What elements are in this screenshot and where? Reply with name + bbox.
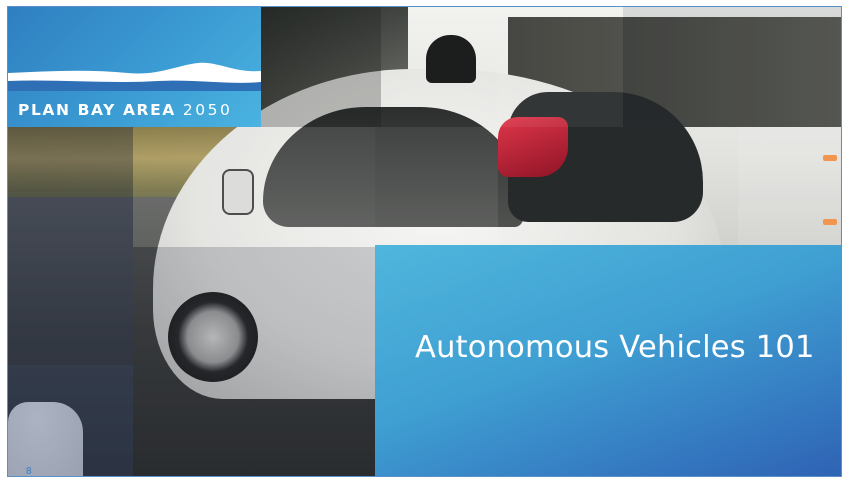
- overlay-tile: [375, 127, 498, 245]
- lidar-sensor: [426, 35, 476, 83]
- bay-waves-icon: [8, 62, 261, 91]
- overlay-tile: [738, 127, 841, 245]
- brand-name: PLAN BAY AREA 2050: [18, 101, 232, 119]
- overlay-tile: [623, 7, 841, 127]
- overlay-tile: [498, 7, 623, 127]
- page-number: 8: [26, 466, 32, 477]
- overlay-tile: [133, 127, 375, 247]
- overlay-tile: [8, 127, 133, 365]
- brand-year: 2050: [182, 101, 233, 119]
- overlay-tile: [8, 365, 133, 476]
- title-panel: Autonomous Vehicles 101: [375, 245, 841, 476]
- presentation-slide: PLAN BAY AREA 2050 Autonomous Vehicles 1…: [7, 6, 842, 477]
- brand-logo: PLAN BAY AREA 2050: [8, 7, 261, 127]
- brand-name-bold: PLAN BAY AREA: [18, 101, 176, 119]
- overlay-tile: [261, 7, 381, 127]
- slide-title: Autonomous Vehicles 101: [415, 330, 815, 365]
- overlay-tile: [133, 247, 375, 476]
